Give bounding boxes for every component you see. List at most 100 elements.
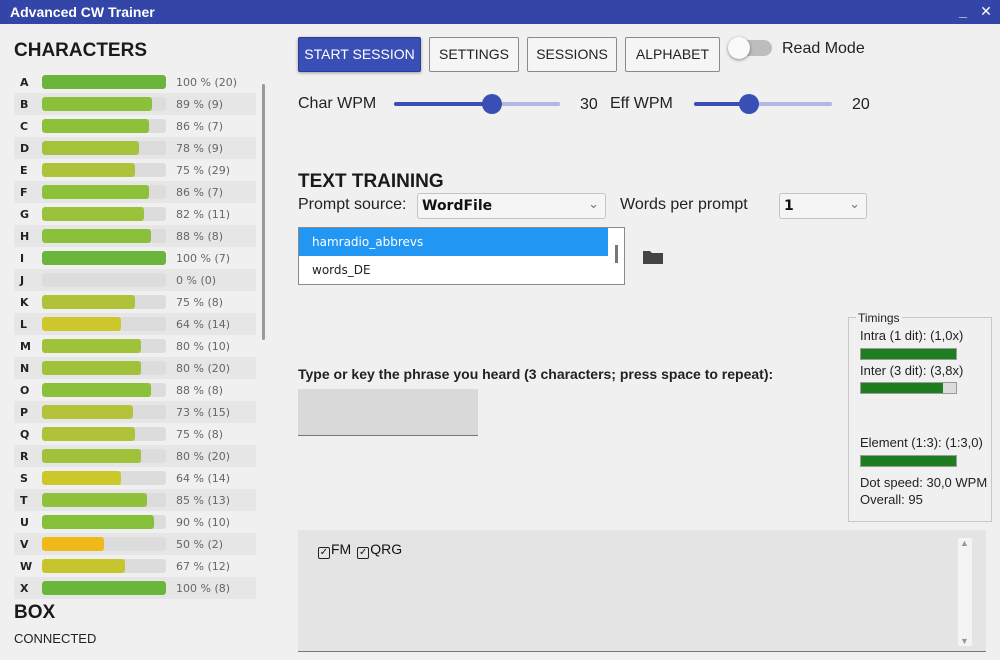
character-letter: W xyxy=(20,560,33,573)
character-progress-fill xyxy=(42,383,152,397)
character-letter: J xyxy=(20,274,25,287)
result-word-text: FM xyxy=(331,541,352,557)
read-mode-label: Read Mode xyxy=(782,40,865,57)
character-row: S 64 % (14) xyxy=(14,467,256,489)
character-progress-fill xyxy=(42,119,149,133)
character-progress-fill xyxy=(42,185,149,199)
answer-input[interactable] xyxy=(298,389,478,436)
character-row: C 86 % (7) xyxy=(14,115,256,137)
character-progress-bar xyxy=(42,537,166,551)
character-progress-fill xyxy=(42,559,126,573)
alphabet-button[interactable]: ALPHABET xyxy=(625,37,720,72)
character-progress-bar xyxy=(42,207,166,221)
character-progress-fill xyxy=(42,427,135,441)
inter-timing-label: Inter (3 dit): (3,8x) xyxy=(860,363,964,378)
chevron-down-icon: ⌄ xyxy=(588,196,599,211)
character-row: D 78 % (9) xyxy=(14,137,256,159)
title-bar: Advanced CW Trainer _ ✕ xyxy=(0,0,1000,24)
character-progress-bar xyxy=(42,273,166,287)
close-icon[interactable]: ✕ xyxy=(978,2,994,20)
character-letter: N xyxy=(20,362,30,375)
character-row: N 80 % (20) xyxy=(14,357,256,379)
start-session-button[interactable]: START SESSION xyxy=(298,37,421,72)
character-letter: F xyxy=(20,186,28,199)
file-list-scrollbar[interactable] xyxy=(615,245,618,263)
word-file-list[interactable]: hamradio_abbrevs words_DE xyxy=(298,227,625,285)
words-per-prompt-value: 1 xyxy=(784,198,794,214)
character-percent: 88 % (8) xyxy=(176,230,224,243)
character-row: T 85 % (13) xyxy=(14,489,256,511)
box-title: BOX xyxy=(14,602,56,623)
timings-panel: Timings Intra (1 dit): (1,0x) Inter (3 d… xyxy=(848,311,992,522)
char-wpm-label: Char WPM xyxy=(298,95,377,112)
dot-speed: Dot speed: 30,0 WPM xyxy=(860,475,988,490)
character-row: G 82 % (11) xyxy=(14,203,256,225)
words-per-prompt-label: Words per prompt xyxy=(620,196,748,213)
scroll-down-icon[interactable]: ▼ xyxy=(960,636,969,646)
character-progress-bar xyxy=(42,163,166,177)
characters-list[interactable]: A 100 % (20) B 89 % (9) C 86 % (7) D 78 % (9) E 7… xyxy=(14,71,256,611)
character-progress-fill xyxy=(42,141,139,155)
slider-thumb[interactable] xyxy=(739,94,760,114)
character-percent: 80 % (20) xyxy=(176,450,231,463)
timing-fill xyxy=(861,383,943,393)
character-percent: 78 % (9) xyxy=(176,142,224,155)
prompt-source-select[interactable]: WordFile ⌄ xyxy=(417,193,606,219)
results-area[interactable]: ✓ FM ✓ QRG ▲ ▼ xyxy=(298,530,986,652)
character-row: J 0 % (0) xyxy=(14,269,256,291)
character-progress-bar xyxy=(42,559,166,573)
file-item[interactable]: hamradio_abbrevs xyxy=(299,228,608,256)
read-mode-toggle[interactable] xyxy=(728,37,772,59)
character-progress-bar xyxy=(42,405,166,419)
character-progress-bar xyxy=(42,295,166,309)
character-letter: A xyxy=(20,76,29,89)
character-progress-fill xyxy=(42,449,142,463)
character-percent: 67 % (12) xyxy=(176,560,231,573)
character-letter: C xyxy=(20,120,29,133)
result-word-text: QRG xyxy=(370,541,403,557)
window-title: Advanced CW Trainer xyxy=(10,4,155,20)
character-letter: R xyxy=(20,450,29,463)
character-progress-bar xyxy=(42,361,166,375)
character-progress-bar xyxy=(42,97,166,111)
overall-score: Overall: 95 xyxy=(860,492,923,507)
slider-thumb[interactable] xyxy=(481,94,502,114)
checkbox-icon: ✓ xyxy=(357,547,370,559)
character-letter: P xyxy=(20,406,29,419)
character-percent: 73 % (15) xyxy=(176,406,231,419)
character-progress-fill xyxy=(42,317,122,331)
character-percent: 80 % (20) xyxy=(176,362,231,375)
characters-scrollbar[interactable] xyxy=(262,84,265,340)
character-row: I 100 % (7) xyxy=(14,247,256,269)
character-percent: 88 % (8) xyxy=(176,384,224,397)
scroll-up-icon[interactable]: ▲ xyxy=(960,538,969,548)
settings-button[interactable]: SETTINGS xyxy=(429,37,519,72)
char-wpm-value: 30 xyxy=(580,96,598,113)
character-percent: 50 % (2) xyxy=(176,538,224,551)
character-progress-fill xyxy=(42,361,142,375)
eff-wpm-slider[interactable] xyxy=(694,94,832,114)
character-progress-bar xyxy=(42,493,166,507)
slider-active-track xyxy=(394,102,492,106)
words-per-prompt-select[interactable]: 1 ⌄ xyxy=(779,193,867,219)
character-percent: 100 % (7) xyxy=(176,252,231,265)
folder-icon[interactable] xyxy=(643,250,663,264)
box-status: CONNECTED xyxy=(14,631,97,646)
minimize-icon[interactable]: _ xyxy=(955,2,971,20)
character-progress-fill xyxy=(42,295,135,309)
character-progress-fill xyxy=(42,251,166,265)
text-training-title: TEXT TRAINING xyxy=(298,171,444,192)
char-wpm-slider[interactable] xyxy=(394,94,560,114)
eff-wpm-value: 20 xyxy=(852,96,870,113)
character-row: Q 75 % (8) xyxy=(14,423,256,445)
character-row: A 100 % (20) xyxy=(14,71,256,93)
character-percent: 0 % (0) xyxy=(176,274,217,287)
character-row: M 80 % (10) xyxy=(14,335,256,357)
character-row: E 75 % (29) xyxy=(14,159,256,181)
character-progress-bar xyxy=(42,449,166,463)
character-percent: 80 % (10) xyxy=(176,340,231,353)
file-item[interactable]: words_DE xyxy=(299,256,608,284)
sessions-button[interactable]: SESSIONS xyxy=(527,37,617,72)
character-progress-fill xyxy=(42,537,104,551)
results-scrollbar[interactable]: ▲ ▼ xyxy=(958,538,972,646)
